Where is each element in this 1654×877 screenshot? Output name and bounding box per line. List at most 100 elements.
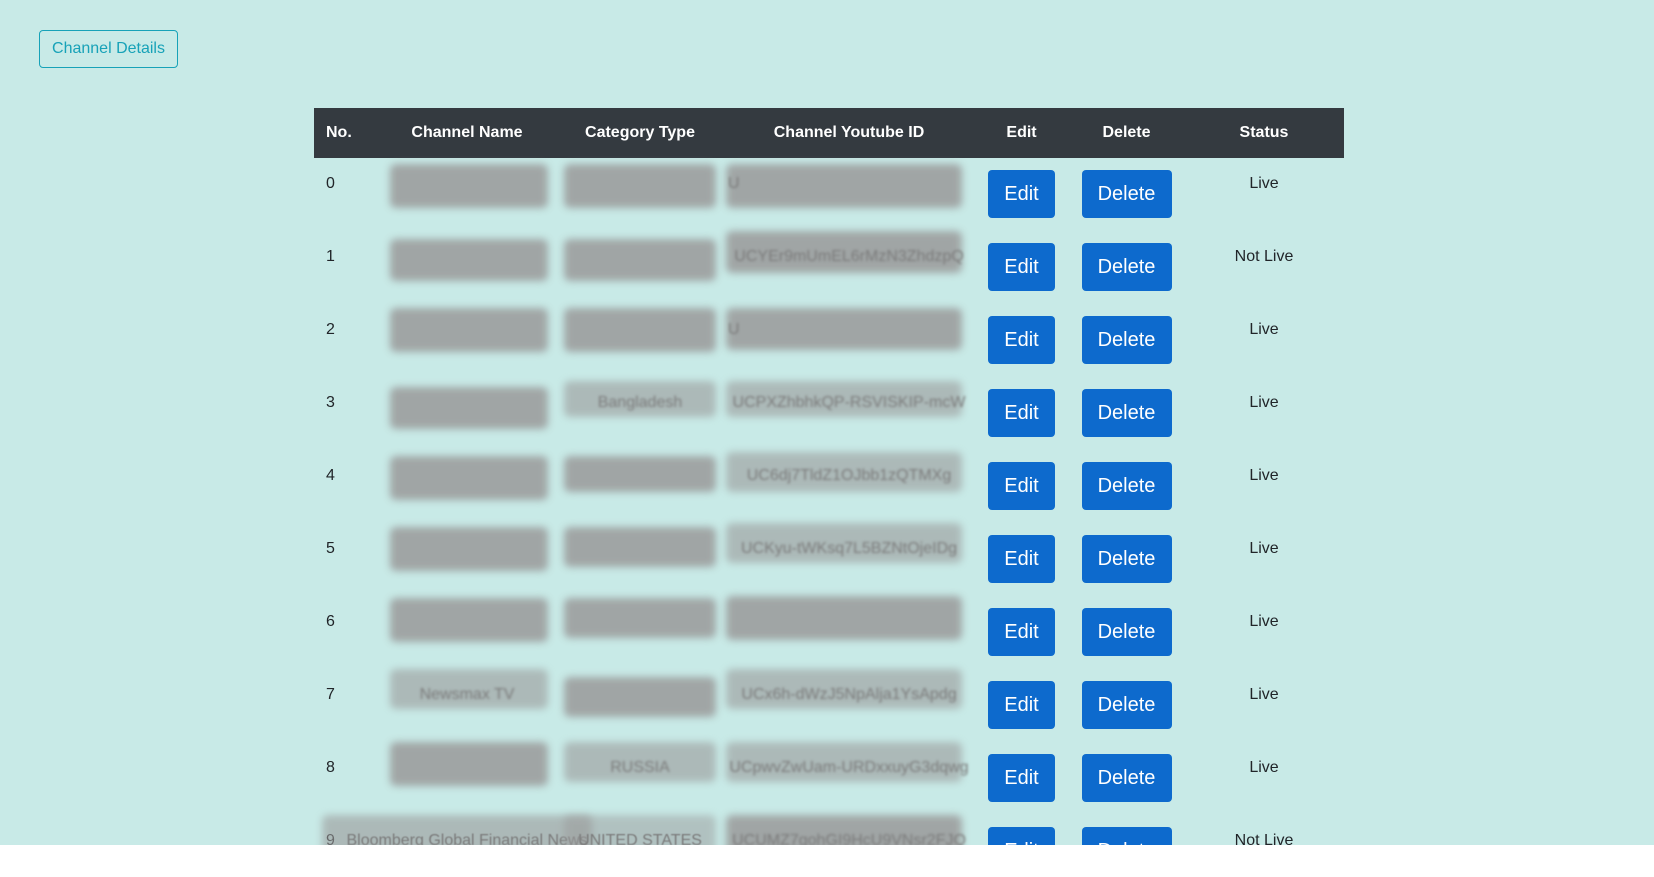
cell-category-type <box>556 231 724 304</box>
delete-button[interactable]: Delete <box>1081 535 1172 583</box>
cell-channel-name <box>378 304 556 377</box>
channel-name-text: Newsmax TV <box>419 686 515 703</box>
redaction-blur <box>564 164 716 208</box>
cell-channel-name <box>378 231 556 304</box>
cell-status: Not Live <box>1234 248 1294 265</box>
edit-button[interactable]: Edit <box>988 389 1055 437</box>
channel-table-wrapper: No. Channel Name Category Type Channel Y… <box>314 108 1344 845</box>
cell-youtube-id <box>724 596 974 669</box>
cell-status: Live <box>1249 540 1279 557</box>
edit-button[interactable]: Edit <box>988 681 1055 729</box>
cell-status: Live <box>1249 175 1279 192</box>
youtube-id-text: UCUMZ7gohGI9HcU9VNsr2FJQ <box>732 832 966 845</box>
redaction-blur <box>564 527 716 567</box>
redaction-blur <box>390 527 548 571</box>
channel-details-button[interactable]: Channel Details <box>39 30 178 68</box>
cell-category-type <box>556 523 724 596</box>
channel-table: No. Channel Name Category Type Channel Y… <box>314 108 1344 845</box>
cell-status: Live <box>1249 759 1279 776</box>
delete-button[interactable]: Delete <box>1081 462 1172 510</box>
youtube-id-text: U <box>728 175 740 192</box>
category-text: Bangladesh <box>597 394 683 411</box>
delete-button[interactable]: Delete <box>1081 754 1172 802</box>
delete-button[interactable]: Delete <box>1081 608 1172 656</box>
cell-youtube-id: UCUMZ7gohGI9HcU9VNsr2FJQ <box>724 815 974 845</box>
redaction-blur <box>564 239 716 281</box>
delete-button[interactable]: Delete <box>1081 827 1172 845</box>
delete-button[interactable]: Delete <box>1081 243 1172 291</box>
cell-no: 8 <box>326 759 335 776</box>
table-row: 3 Bangladesh UCPXZhbhkQP-RSVISKIP-mcW Ed… <box>314 377 1344 450</box>
cell-category-type: Bangladesh <box>556 377 724 450</box>
table-header-row: No. Channel Name Category Type Channel Y… <box>314 108 1344 158</box>
redaction-blur <box>390 239 548 281</box>
edit-button[interactable]: Edit <box>988 754 1055 802</box>
edit-button[interactable]: Edit <box>988 170 1055 218</box>
edit-button[interactable]: Edit <box>988 535 1055 583</box>
category-text: RUSSIA <box>610 759 670 776</box>
cell-no: 3 <box>326 394 335 411</box>
cell-youtube-id: UCpwvZwUam-URDxxuyG3dqwg <box>724 742 974 815</box>
table-row: 1 UCYEr9mUmEL6rMzN3ZhdzpQ Edit Delete No… <box>314 231 1344 304</box>
cell-status: Live <box>1249 613 1279 630</box>
edit-button[interactable]: Edit <box>988 243 1055 291</box>
table-row: 9 Bloomberg Global Financial News UNITED… <box>314 815 1344 845</box>
edit-button[interactable]: Edit <box>988 316 1055 364</box>
page: Channel Details No. Channel Name Categor… <box>0 0 1654 845</box>
delete-button[interactable]: Delete <box>1081 389 1172 437</box>
cell-youtube-id: UCYEr9mUmEL6rMzN3ZhdzpQ <box>724 231 974 304</box>
table-row: 0 U Edit Delete Live <box>314 158 1344 231</box>
delete-button[interactable]: Delete <box>1081 316 1172 364</box>
redaction-blur <box>726 596 962 640</box>
cell-youtube-id: UC6dj7TldZ1OJbb1zQTMXg <box>724 450 974 523</box>
header-delete: Delete <box>1102 124 1151 141</box>
cell-channel-name: Newsmax TV <box>378 669 556 742</box>
cell-channel-name: Bloomberg Global Financial News <box>322 815 592 845</box>
cell-status: Live <box>1249 321 1279 338</box>
youtube-id-text: UCYEr9mUmEL6rMzN3ZhdzpQ <box>734 248 964 265</box>
table-header: No. Channel Name Category Type Channel Y… <box>314 108 1344 158</box>
cell-category-type <box>556 158 724 231</box>
cell-no: 2 <box>326 321 335 338</box>
cell-youtube-id: U <box>724 158 974 231</box>
edit-button[interactable]: Edit <box>988 827 1055 845</box>
table-row: 4 UC6dj7TldZ1OJbb1zQTMXg Edit Delete Liv… <box>314 450 1344 523</box>
youtube-id-text: UCpwvZwUam-URDxxuyG3dqwg <box>729 759 969 776</box>
cell-channel-name <box>378 596 556 669</box>
table-row: 5 UCKyu-tWKsq7L5BZNtOjeIDg Edit Delete L… <box>314 523 1344 596</box>
cell-category-type: RUSSIA <box>556 742 724 815</box>
cell-category-type <box>556 450 724 523</box>
edit-button[interactable]: Edit <box>988 608 1055 656</box>
youtube-id-text: UCKyu-tWKsq7L5BZNtOjeIDg <box>740 540 958 557</box>
header-category-type: Category Type <box>585 124 695 141</box>
category-text: UNITED STATES <box>578 832 702 845</box>
delete-button[interactable]: Delete <box>1081 681 1172 729</box>
cell-no: 4 <box>326 467 335 484</box>
cell-channel-name <box>378 450 556 523</box>
youtube-id-text: UCPXZhbhkQP-RSVISKIP-mcW <box>732 394 966 411</box>
header-channel-name: Channel Name <box>411 124 523 141</box>
cell-category-type <box>556 304 724 377</box>
table-row: 7 Newsmax TV UCx6h-dWzJ5NpAlja1YsApdg Ed… <box>314 669 1344 742</box>
table-row: 2 U Edit Delete Live <box>314 304 1344 377</box>
cell-no: 6 <box>326 613 335 630</box>
header-status: Status <box>1239 124 1289 141</box>
cell-status: Live <box>1249 467 1279 484</box>
edit-button[interactable]: Edit <box>988 462 1055 510</box>
header-no: No. <box>326 124 352 141</box>
cell-youtube-id: UCKyu-tWKsq7L5BZNtOjeIDg <box>724 523 974 596</box>
cell-status: Live <box>1249 394 1279 411</box>
redaction-blur <box>390 742 548 786</box>
youtube-id-text: UCx6h-dWzJ5NpAlja1YsApdg <box>741 686 957 703</box>
cell-status: Not Live <box>1234 832 1294 845</box>
header-edit: Edit <box>1006 124 1037 141</box>
redaction-blur <box>564 308 716 352</box>
cell-channel-name <box>378 377 556 450</box>
redaction-blur <box>564 598 716 638</box>
cell-no: 0 <box>326 175 335 192</box>
cell-youtube-id: UCx6h-dWzJ5NpAlja1YsApdg <box>724 669 974 742</box>
cell-channel-name <box>378 523 556 596</box>
delete-button[interactable]: Delete <box>1081 170 1172 218</box>
table-row: 6 Edit Delete Live <box>314 596 1344 669</box>
cell-no: 7 <box>326 686 335 703</box>
